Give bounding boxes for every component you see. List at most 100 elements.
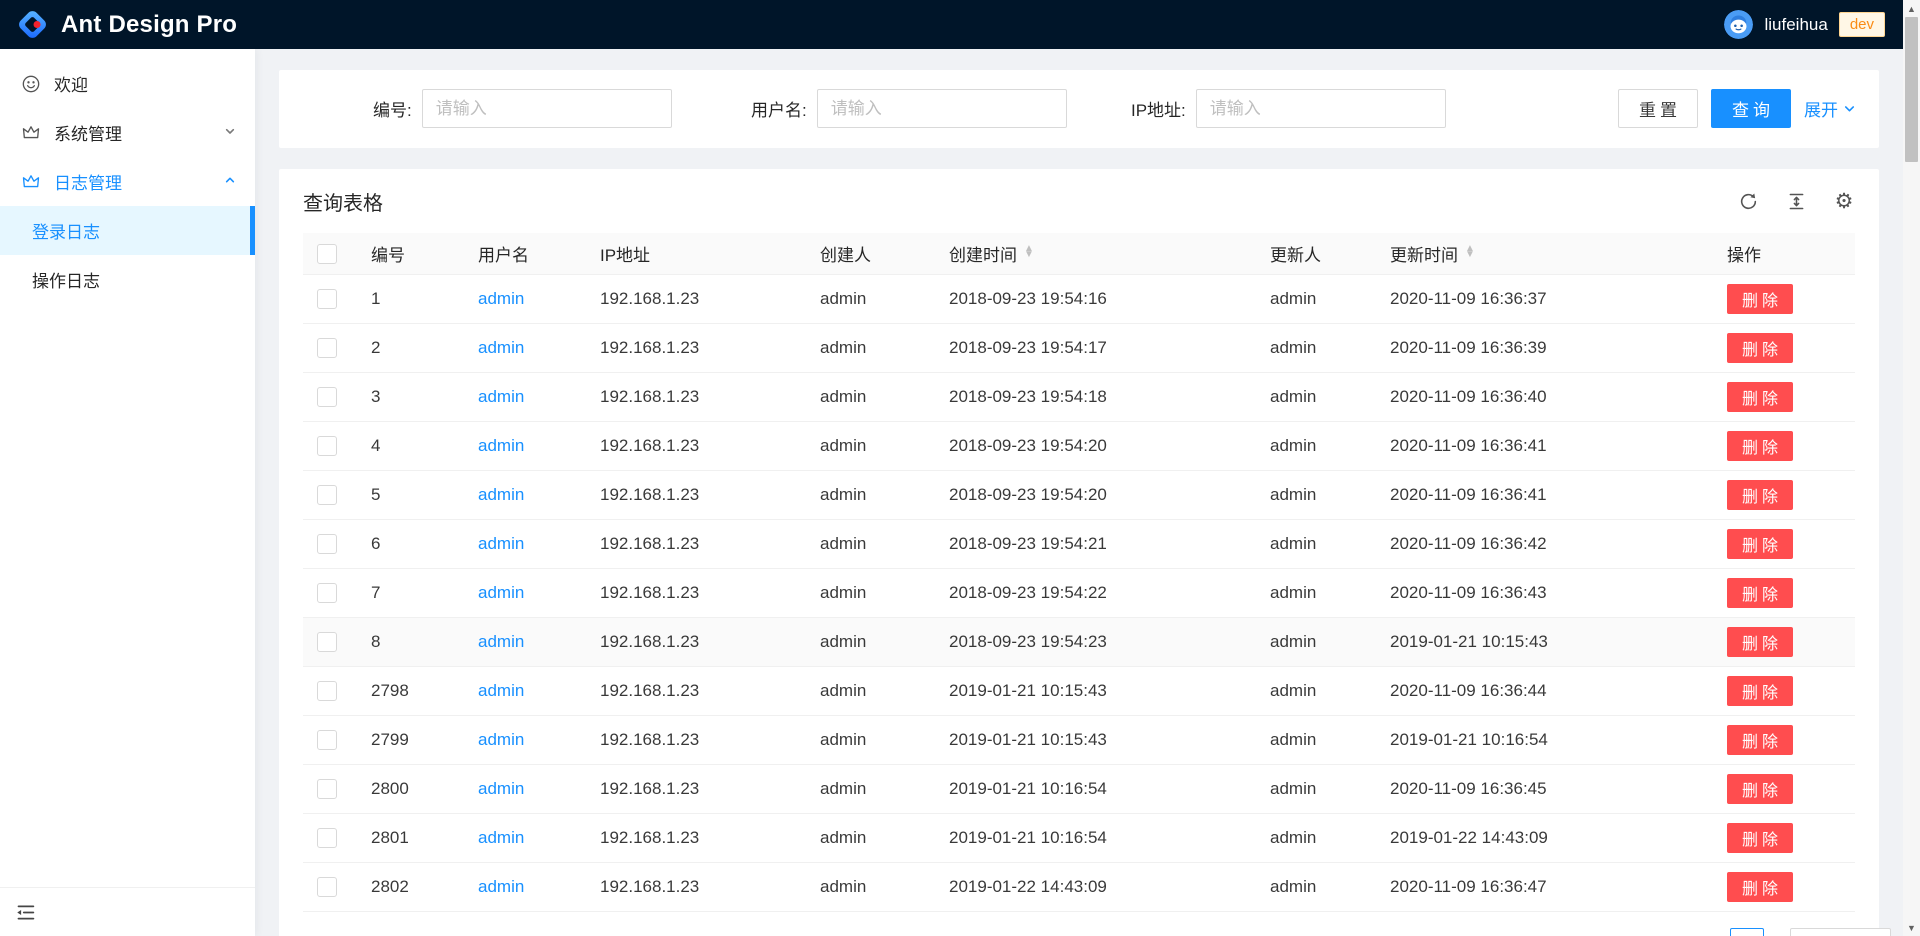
row-checkbox[interactable] (317, 632, 337, 652)
column-header-actions: 操作 (1707, 233, 1855, 274)
cell-username[interactable]: admin (478, 583, 524, 602)
row-delete-button[interactable]: 删除 (1727, 725, 1793, 755)
row-checkbox[interactable] (317, 779, 337, 799)
sidebar-collapse-trigger[interactable] (0, 887, 255, 936)
sidebar-item-label: 系统管理 (54, 120, 122, 145)
column-header-updated-time[interactable]: 更新时间 ▲▼ (1370, 233, 1707, 274)
username-input[interactable] (817, 89, 1067, 128)
settings-gear-icon[interactable]: ⚙ (1833, 190, 1855, 212)
row-checkbox[interactable] (317, 583, 337, 603)
cell-username[interactable]: admin (478, 387, 524, 406)
scrollbar-up-arrow-icon[interactable]: ▲ (1903, 0, 1920, 17)
cell-id: 7 (351, 568, 458, 617)
row-checkbox[interactable] (317, 534, 337, 554)
table-row[interactable]: 2800 admin 192.168.1.23 admin 2019-01-21… (303, 764, 1855, 813)
ip-input[interactable] (1196, 89, 1446, 128)
table-row[interactable]: 5 admin 192.168.1.23 admin 2018-09-23 19… (303, 470, 1855, 519)
table-row[interactable]: 3 admin 192.168.1.23 admin 2018-09-23 19… (303, 372, 1855, 421)
sidebar-item-system-management[interactable]: 系统管理 (0, 108, 255, 157)
row-checkbox[interactable] (317, 681, 337, 701)
username-label[interactable]: liufeihua (1764, 15, 1827, 35)
reload-icon[interactable] (1737, 190, 1759, 212)
reset-button[interactable]: 重置 (1618, 89, 1698, 128)
cell-username[interactable]: admin (478, 485, 524, 504)
row-checkbox[interactable] (317, 338, 337, 358)
table-row[interactable]: 2802 admin 192.168.1.23 admin 2019-01-22… (303, 862, 1855, 911)
cell-username[interactable]: admin (478, 534, 524, 553)
cell-username[interactable]: admin (478, 877, 524, 896)
cell-username[interactable]: admin (478, 289, 524, 308)
query-table: 编号 用户名 IP地址 创建人 创建时间 ▲▼ 更新人 更新时间 (303, 233, 1855, 912)
pagination-active-page[interactable] (1730, 928, 1764, 936)
row-checkbox[interactable] (317, 828, 337, 848)
cell-created: 2018-09-23 19:54:18 (929, 372, 1250, 421)
cell-updater: admin (1250, 617, 1370, 666)
sidebar-item-operation-log[interactable]: 操作日志 (0, 255, 255, 304)
cell-username[interactable]: admin (478, 730, 524, 749)
cell-username[interactable]: admin (478, 779, 524, 798)
cell-username[interactable]: admin (478, 681, 524, 700)
row-delete-button[interactable]: 删除 (1727, 676, 1793, 706)
cell-updater: admin (1250, 323, 1370, 372)
column-header-created-time[interactable]: 创建时间 ▲▼ (929, 233, 1250, 274)
cell-username[interactable]: admin (478, 338, 524, 357)
pagination-page-size-select[interactable] (1790, 928, 1891, 936)
cell-username[interactable]: admin (478, 632, 524, 651)
chevron-down-icon (222, 123, 238, 139)
table-row[interactable]: 7 admin 192.168.1.23 admin 2018-09-23 19… (303, 568, 1855, 617)
table-row[interactable]: 2 admin 192.168.1.23 admin 2018-09-23 19… (303, 323, 1855, 372)
cell-updater: admin (1250, 764, 1370, 813)
table-row[interactable]: 8 admin 192.168.1.23 admin 2018-09-23 19… (303, 617, 1855, 666)
table-row[interactable]: 4 admin 192.168.1.23 admin 2018-09-23 19… (303, 421, 1855, 470)
sidebar-item-login-log[interactable]: 登录日志 (0, 206, 255, 255)
column-height-icon[interactable] (1785, 190, 1807, 212)
table-row[interactable]: 6 admin 192.168.1.23 admin 2018-09-23 19… (303, 519, 1855, 568)
row-checkbox[interactable] (317, 485, 337, 505)
page-scrollbar[interactable]: ▲ ▼ (1903, 0, 1920, 936)
scrollbar-thumb[interactable] (1905, 17, 1918, 162)
sidebar-item-log-management[interactable]: 日志管理 (0, 157, 255, 206)
select-all-checkbox[interactable] (317, 244, 337, 264)
table-row[interactable]: 1 admin 192.168.1.23 admin 2018-09-23 19… (303, 274, 1855, 323)
table-row[interactable]: 2798 admin 192.168.1.23 admin 2019-01-21… (303, 666, 1855, 715)
cell-username[interactable]: admin (478, 828, 524, 847)
row-delete-button[interactable]: 删除 (1727, 823, 1793, 853)
query-table-card: 查询表格 ⚙ (279, 169, 1879, 936)
cell-id: 6 (351, 519, 458, 568)
row-delete-button[interactable]: 删除 (1727, 431, 1793, 461)
cell-id: 2799 (351, 715, 458, 764)
row-checkbox[interactable] (317, 877, 337, 897)
row-delete-button[interactable]: 删除 (1727, 578, 1793, 608)
logo-area[interactable]: Ant Design Pro (17, 9, 237, 40)
expand-link[interactable]: 展开 (1804, 96, 1857, 121)
row-checkbox[interactable] (317, 387, 337, 407)
sidebar-item-label: 操作日志 (32, 267, 100, 292)
row-checkbox[interactable] (317, 730, 337, 750)
table-row[interactable]: 2801 admin 192.168.1.23 admin 2019-01-21… (303, 813, 1855, 862)
row-delete-button[interactable]: 删除 (1727, 872, 1793, 902)
sidebar-item-label: 欢迎 (54, 71, 88, 96)
row-delete-button[interactable]: 删除 (1727, 480, 1793, 510)
row-delete-button[interactable]: 删除 (1727, 382, 1793, 412)
sorter-icon[interactable]: ▲▼ (1465, 246, 1475, 258)
table-row[interactable]: 2799 admin 192.168.1.23 admin 2019-01-21… (303, 715, 1855, 764)
row-delete-button[interactable]: 删除 (1727, 284, 1793, 314)
sorter-icon[interactable]: ▲▼ (1024, 246, 1034, 258)
row-checkbox[interactable] (317, 436, 337, 456)
cell-updated: 2019-01-22 14:43:09 (1370, 813, 1707, 862)
cell-username[interactable]: admin (478, 436, 524, 455)
username-field-label: 用户名: (751, 96, 807, 121)
id-input[interactable] (422, 89, 672, 128)
menu-fold-icon (15, 902, 36, 923)
row-delete-button[interactable]: 删除 (1727, 529, 1793, 559)
scrollbar-down-arrow-icon[interactable]: ▼ (1903, 919, 1920, 936)
row-delete-button[interactable]: 删除 (1727, 627, 1793, 657)
row-delete-button[interactable]: 删除 (1727, 333, 1793, 363)
query-button[interactable]: 查询 (1711, 89, 1791, 128)
cell-updater: admin (1250, 470, 1370, 519)
user-avatar[interactable] (1724, 10, 1753, 39)
row-delete-button[interactable]: 删除 (1727, 774, 1793, 804)
sidebar-item-welcome[interactable]: 欢迎 (0, 59, 255, 108)
cell-created: 2019-01-21 10:15:43 (929, 666, 1250, 715)
row-checkbox[interactable] (317, 289, 337, 309)
